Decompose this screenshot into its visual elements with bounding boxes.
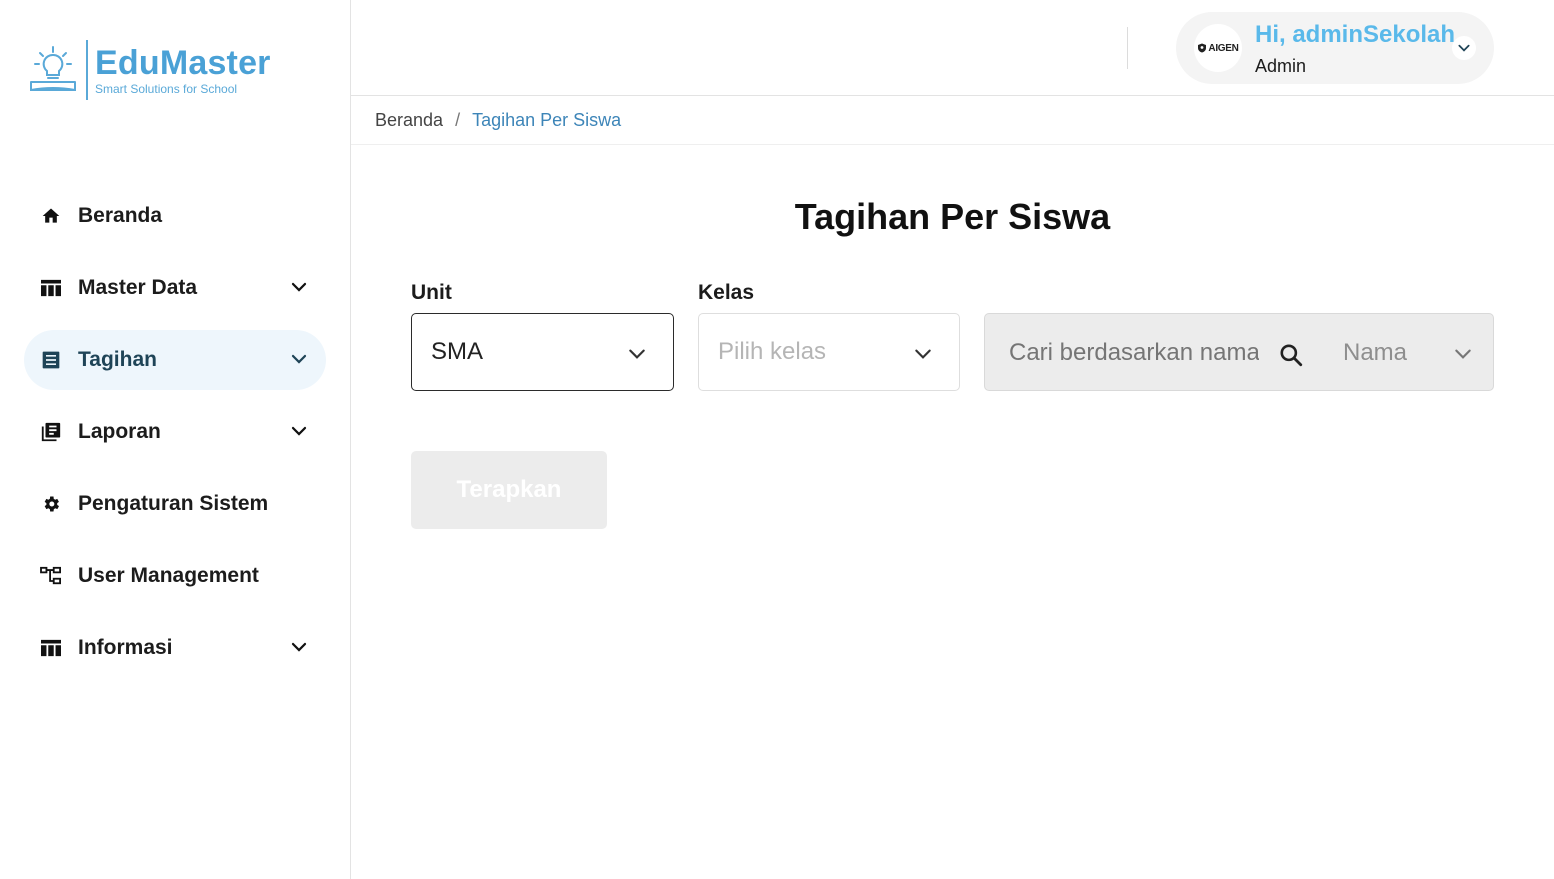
table-icon: [40, 277, 62, 299]
user-menu-toggle[interactable]: [1452, 36, 1476, 60]
chevron-down-icon: [1458, 44, 1470, 52]
search-mode-select[interactable]: Nama: [1343, 339, 1407, 367]
kelas-select[interactable]: Pilih kelas: [698, 313, 960, 391]
home-icon: [40, 205, 62, 227]
sidebar-item-master-data[interactable]: Master Data: [24, 258, 326, 318]
sidebar-item-label: Tagihan: [78, 348, 157, 371]
chevron-down-icon: [291, 282, 307, 292]
chevron-down-icon: [291, 642, 307, 652]
shield-icon: [1198, 43, 1207, 53]
student-search: Nama: [984, 313, 1494, 391]
list-icon: [40, 349, 62, 371]
top-header: AIGEN Hi, adminSekolah Admin: [351, 0, 1554, 96]
hierarchy-icon: [40, 565, 62, 587]
library-icon: [40, 421, 62, 443]
table-icon: [40, 637, 62, 659]
gear-icon: [40, 493, 62, 515]
avatar-text: AIGEN: [1208, 42, 1239, 54]
unit-label: Unit: [411, 281, 452, 304]
sidebar-item-informasi[interactable]: Informasi: [24, 618, 326, 678]
sidebar-item-label: Informasi: [78, 636, 173, 659]
breadcrumb-current: Tagihan Per Siswa: [472, 109, 622, 130]
kelas-select-placeholder: Pilih kelas: [718, 338, 827, 365]
kelas-label: Kelas: [698, 281, 755, 304]
search-icon[interactable]: [1278, 342, 1304, 368]
user-role: Admin: [1255, 56, 1307, 76]
lightbulb-book-icon: [28, 44, 78, 96]
sidebar-item-tagihan[interactable]: Tagihan: [24, 330, 326, 390]
sidebar-nav: Beranda Master Data Tagihan Laporan Peng…: [24, 186, 326, 690]
sidebar-item-label: Master Data: [78, 276, 198, 299]
apply-button[interactable]: Terapkan: [411, 451, 607, 529]
sidebar-item-label: Pengaturan Sistem: [78, 492, 269, 515]
page-title: Tagihan Per Siswa: [794, 196, 1111, 237]
chevron-down-icon[interactable]: [1453, 344, 1473, 364]
logo-text: EduMaster Smart Solutions for School: [95, 45, 271, 96]
sidebar-item-laporan[interactable]: Laporan: [24, 402, 326, 462]
logo-divider: [86, 40, 88, 100]
chevron-down-icon: [629, 349, 645, 359]
chevron-down-icon: [291, 354, 307, 364]
avatar: AIGEN: [1194, 24, 1242, 72]
breadcrumb: Beranda / Tagihan Per Siswa: [351, 96, 1554, 145]
brand-tagline: Smart Solutions for School: [95, 81, 238, 96]
breadcrumb-home[interactable]: Beranda: [375, 110, 443, 131]
chevron-down-icon: [291, 426, 307, 436]
user-menu[interactable]: AIGEN Hi, adminSekolah Admin: [1176, 12, 1494, 84]
unit-select[interactable]: SMA: [411, 313, 674, 391]
brand-name: EduMaster: [95, 43, 271, 82]
sidebar-item-label: User Management: [78, 564, 259, 587]
breadcrumb-separator: /: [455, 109, 461, 130]
search-input[interactable]: [1009, 339, 1259, 367]
user-greeting: Hi, adminSekolah: [1255, 21, 1456, 48]
header-divider: [1127, 27, 1128, 69]
sidebar-item-label: Beranda: [78, 204, 163, 227]
sidebar-item-user-management[interactable]: User Management: [24, 546, 326, 606]
brand-logo[interactable]: EduMaster Smart Solutions for School: [28, 40, 271, 100]
unit-select-value: SMA: [431, 338, 484, 365]
chevron-down-icon: [915, 349, 931, 359]
sidebar-item-pengaturan-sistem[interactable]: Pengaturan Sistem: [24, 474, 326, 534]
sidebar-item-beranda[interactable]: Beranda: [24, 186, 326, 246]
sidebar-item-label: Laporan: [78, 420, 161, 443]
sidebar: EduMaster Smart Solutions for School Ber…: [0, 0, 351, 879]
